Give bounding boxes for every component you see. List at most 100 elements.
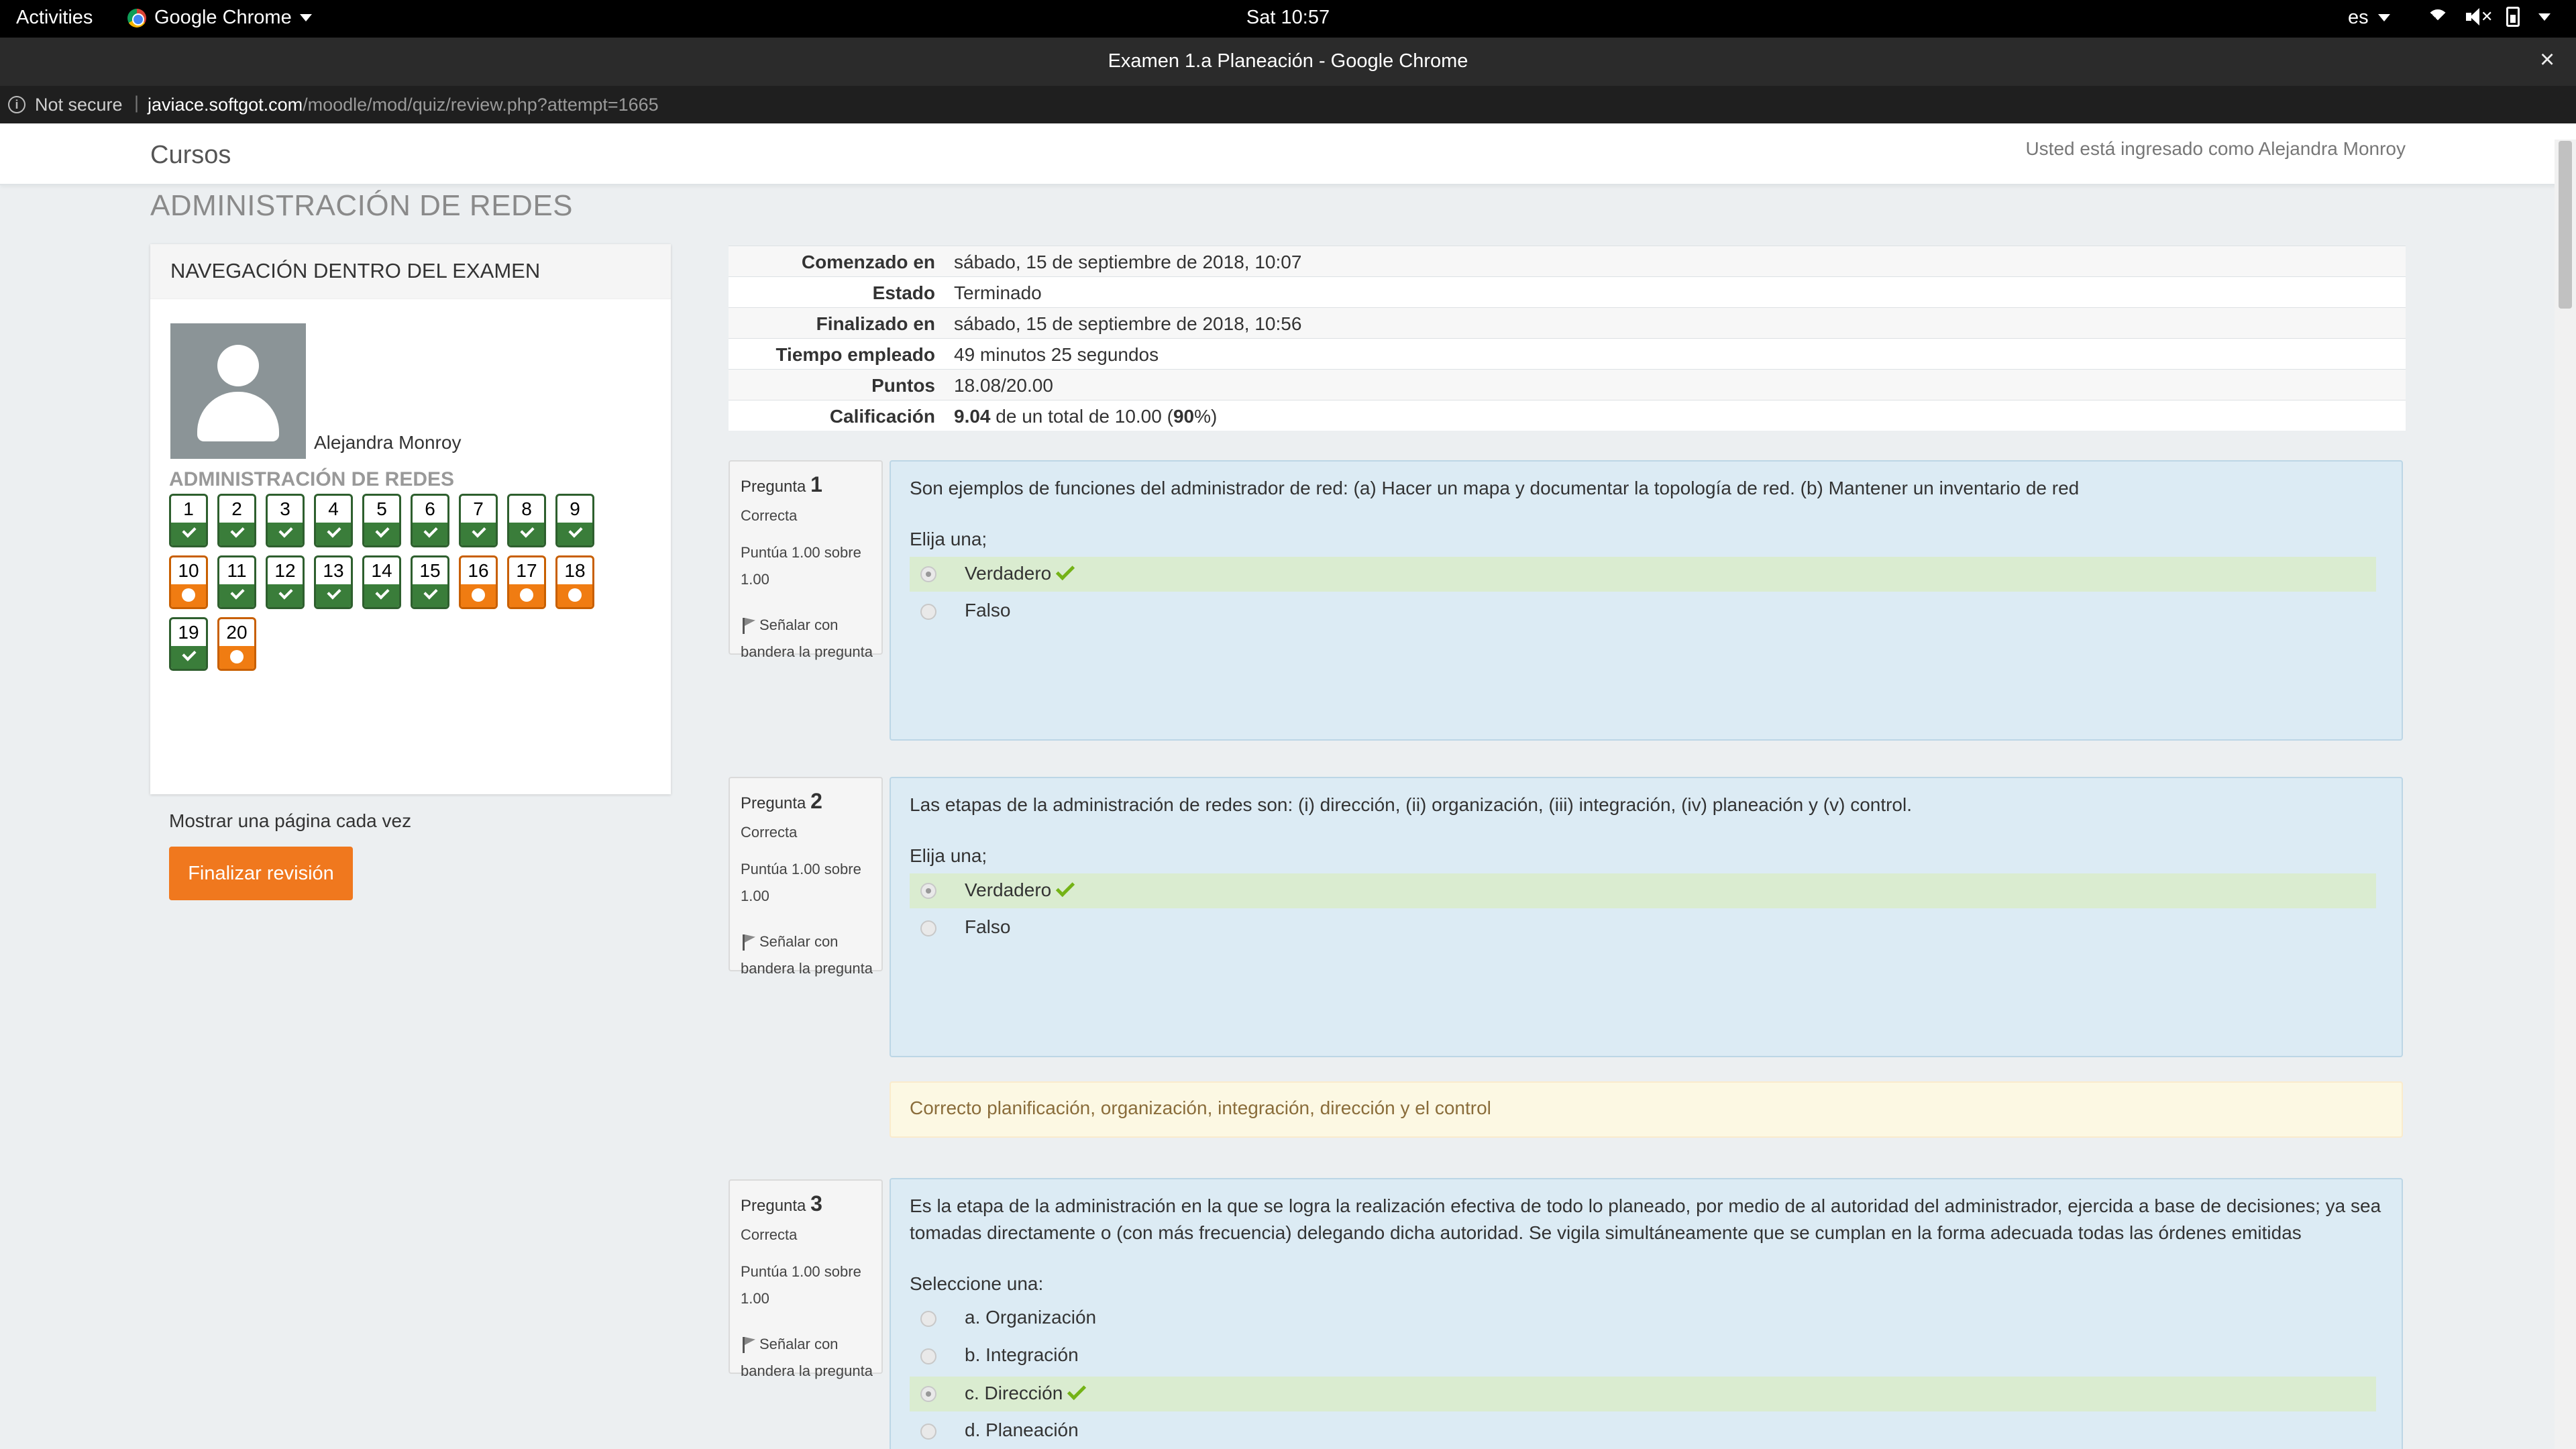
question-nav-button-10[interactable]: 10	[169, 555, 208, 609]
answer-option-label: Verdadero	[965, 877, 1075, 901]
window-title-bar: Examen 1.a Planeación - Google Chrome ×	[0, 38, 2576, 86]
finish-review-button[interactable]: Finalizar revisión	[169, 847, 353, 900]
system-status-menu[interactable]: ✕	[2427, 7, 2551, 27]
answer-option[interactable]: c. Dirección	[910, 1377, 2376, 1411]
answer-option[interactable]: Falso	[910, 911, 2376, 946]
flag-question-button[interactable]: Señalar con bandera la pregunta	[741, 928, 875, 982]
question-nav-button-5[interactable]: 5	[362, 494, 401, 547]
grade-end: %)	[1194, 406, 1218, 427]
answer-option[interactable]: d. Planeación	[910, 1414, 2376, 1449]
question-state: Correcta	[741, 507, 798, 524]
language-selector[interactable]: es	[2348, 7, 2390, 29]
question-nav-button-13[interactable]: 13	[314, 555, 353, 609]
question-nav-button-1[interactable]: 1	[169, 494, 208, 547]
finished-value: sábado, 15 de septiembre de 2018, 10:56	[954, 313, 1302, 334]
radio-button[interactable]	[920, 1424, 936, 1440]
info-icon[interactable]: i	[8, 96, 25, 113]
flag-icon	[741, 933, 755, 951]
user-avatar-icon[interactable]	[170, 323, 306, 459]
question-nav-button-14[interactable]: 14	[362, 555, 401, 609]
answer-option-text: Verdadero	[965, 879, 1052, 900]
question-state: Correcta	[741, 1226, 798, 1243]
question-nav-button-19[interactable]: 19	[169, 617, 208, 671]
flag-question-button[interactable]: Señalar con bandera la pregunta	[741, 1331, 875, 1385]
question-nav-button-17[interactable]: 17	[507, 555, 546, 609]
radio-button[interactable]	[920, 1386, 936, 1402]
points-value: 18.08/20.00	[954, 375, 1053, 396]
flag-question-label: Señalar con bandera la pregunta	[741, 616, 873, 660]
check-icon	[364, 584, 399, 607]
show-one-page-link[interactable]: Mostrar una página cada vez	[169, 810, 411, 832]
question-number: Pregunta 3	[741, 1191, 822, 1216]
question-nav-number: 19	[178, 622, 199, 643]
table-row: Calificación 9.04 de un total de 10.00 (…	[729, 400, 2406, 431]
url-text[interactable]: javiace.softgot.com/moodle/mod/quiz/revi…	[148, 95, 659, 115]
answer-option[interactable]: Verdadero	[910, 873, 2376, 908]
page-scrollbar[interactable]	[2555, 140, 2576, 1449]
radio-button[interactable]	[920, 1348, 936, 1364]
question-nav-button-9[interactable]: 9	[555, 494, 594, 547]
question-nav-button-20[interactable]: 20	[217, 617, 256, 671]
question-nav-number: 16	[468, 560, 489, 581]
question-text: Las etapas de la administración de redes…	[910, 794, 1913, 815]
grade-percent: 90	[1173, 406, 1195, 427]
question-1-content: Son ejemplos de funciones del administra…	[890, 460, 2403, 741]
question-nav-button-16[interactable]: 16	[459, 555, 498, 609]
radio-button[interactable]	[920, 1311, 936, 1327]
question-nav-button-4[interactable]: 4	[314, 494, 353, 547]
partial-status-icon	[461, 584, 496, 607]
url-path: /moodle/mod/quiz/review.php?attempt=1665	[303, 95, 659, 115]
radio-button[interactable]	[920, 920, 936, 936]
table-row: Comenzado en sábado, 15 de septiembre de…	[729, 246, 2406, 276]
site-brand-link[interactable]: Cursos	[150, 141, 231, 170]
close-icon[interactable]: ×	[2540, 46, 2555, 74]
question-nav-button-2[interactable]: 2	[217, 494, 256, 547]
activities-button[interactable]: Activities	[16, 7, 93, 29]
question-nav-button-7[interactable]: 7	[459, 494, 498, 547]
answer-option[interactable]: a. Organización	[910, 1301, 2376, 1336]
question-nav-button-11[interactable]: 11	[217, 555, 256, 609]
question-nav-number: 14	[371, 560, 392, 581]
answer-option[interactable]: b. Integración	[910, 1339, 2376, 1374]
question-label: Pregunta	[741, 1197, 806, 1215]
question-nav-number: 9	[570, 498, 580, 519]
radio-button[interactable]	[920, 604, 936, 620]
security-label[interactable]: Not secure	[35, 95, 123, 115]
user-name-link[interactable]: Alejandra Monroy	[314, 432, 461, 453]
radio-button[interactable]	[920, 883, 936, 899]
question-nav-button-3[interactable]: 3	[266, 494, 305, 547]
question-nav-number: 11	[227, 560, 247, 581]
clock[interactable]: Sat 10:57	[1246, 7, 1330, 28]
answer-option-text: c. Dirección	[965, 1383, 1063, 1403]
table-row: Tiempo empleado 49 minutos 25 segundos	[729, 338, 2406, 369]
radio-button[interactable]	[920, 566, 936, 582]
address-bar[interactable]: i Not secure | javiace.softgot.com/moodl…	[0, 86, 2576, 123]
started-label: Comenzado en	[801, 252, 935, 272]
table-row: Estado Terminado	[729, 276, 2406, 307]
grade-score: 9.04	[954, 406, 991, 427]
question-nav-number: 4	[328, 498, 339, 519]
answer-option[interactable]: Falso	[910, 594, 2376, 629]
scrollbar-thumb[interactable]	[2559, 141, 2572, 309]
question-nav-number: 3	[280, 498, 290, 519]
question-grade: Puntúa 1.00 sobre 1.00	[741, 544, 861, 588]
question-nav-button-6[interactable]: 6	[411, 494, 449, 547]
question-label: Pregunta	[741, 794, 806, 812]
chevron-down-icon	[2538, 13, 2551, 21]
site-navbar: Cursos Usted está ingresado como Alejand…	[0, 123, 2576, 185]
answer-option[interactable]: Verdadero	[910, 557, 2376, 592]
question-nav-button-18[interactable]: 18	[555, 555, 594, 609]
app-menu[interactable]: Google Chrome	[127, 7, 312, 29]
check-icon	[316, 523, 351, 545]
check-icon	[171, 523, 206, 545]
points-label: Puntos	[871, 375, 935, 396]
answer-option-label: Verdadero	[965, 561, 1075, 584]
question-nav-button-15[interactable]: 15	[411, 555, 449, 609]
question-nav-number: 18	[564, 560, 586, 581]
flag-question-label: Señalar con bandera la pregunta	[741, 933, 873, 977]
flag-question-button[interactable]: Señalar con bandera la pregunta	[741, 612, 875, 665]
question-nav-button-12[interactable]: 12	[266, 555, 305, 609]
question-nav-button-8[interactable]: 8	[507, 494, 546, 547]
volume-muted-icon: ✕	[2466, 7, 2493, 27]
answer-option-label: Falso	[965, 916, 1011, 937]
